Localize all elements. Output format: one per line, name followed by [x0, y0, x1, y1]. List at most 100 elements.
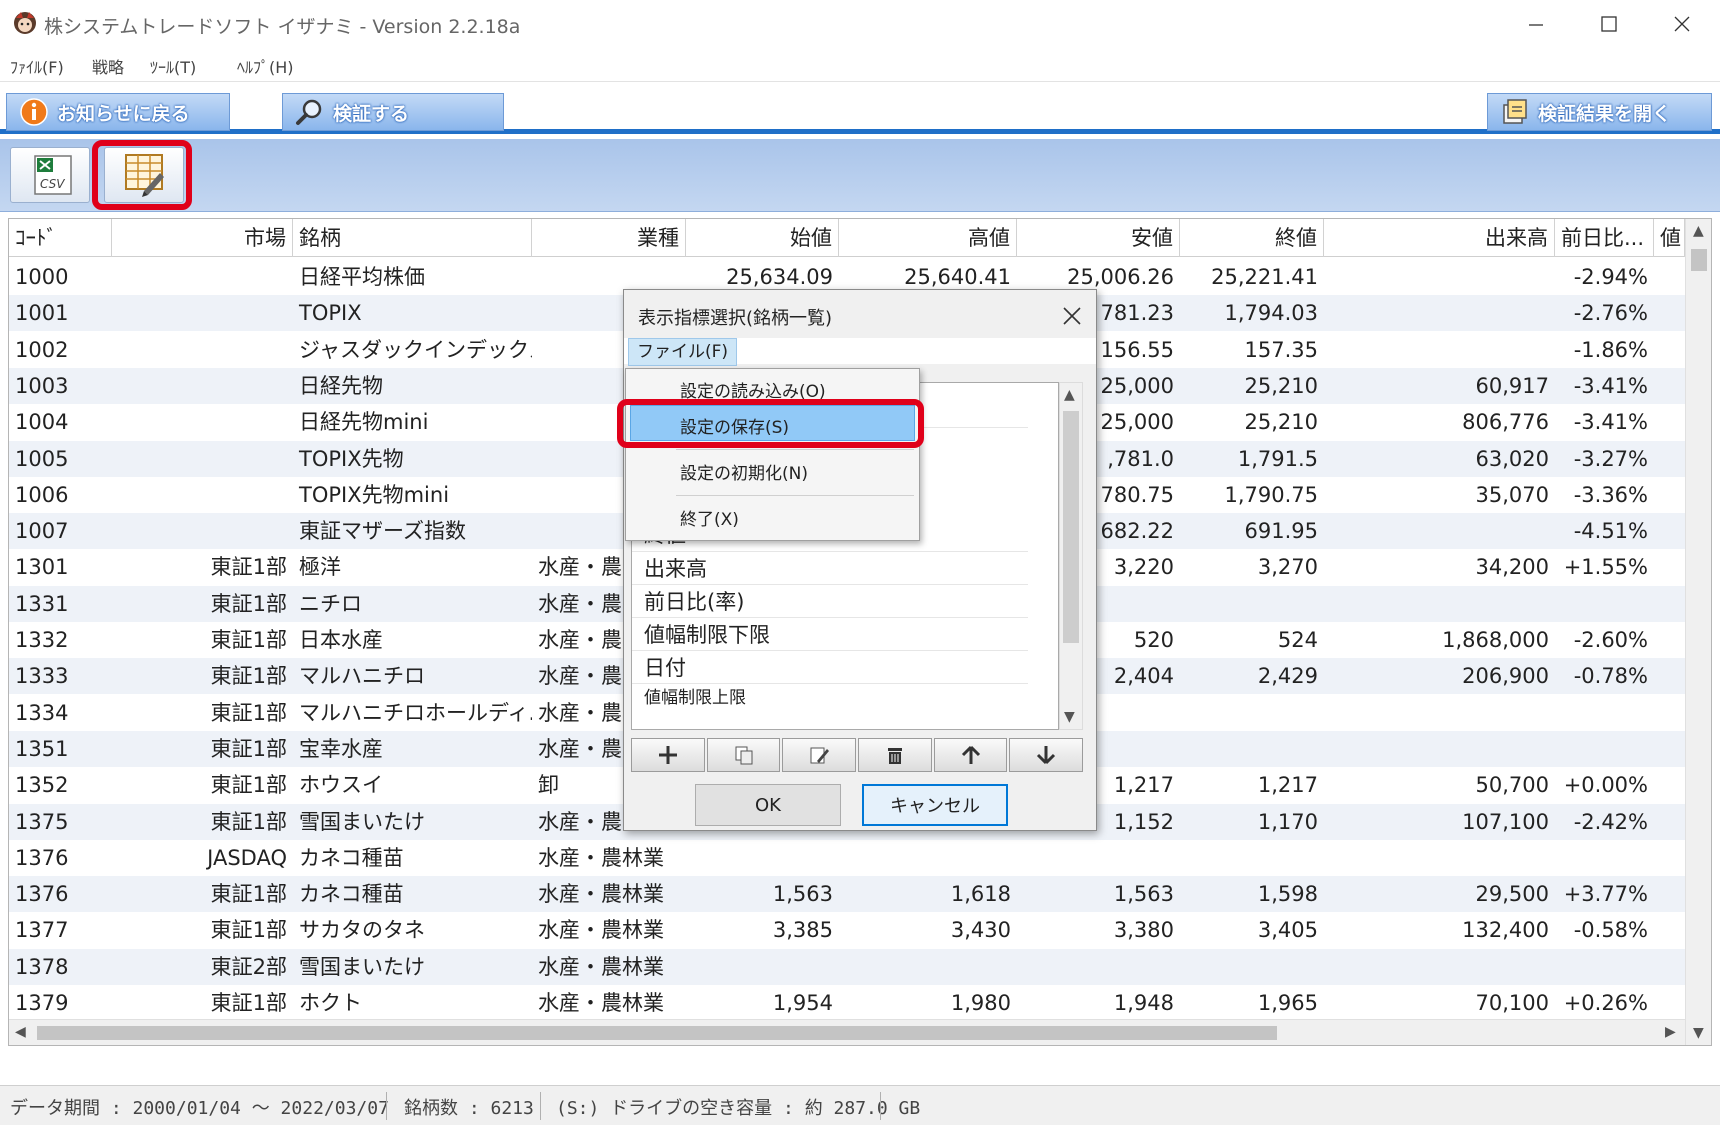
scroll-left-icon[interactable]: ◀: [15, 1024, 26, 1040]
window-title: 株システムトレードソフト イザナミ - Version 2.2.18a: [44, 16, 521, 38]
cell-volume: 1,868,000: [1442, 628, 1549, 652]
cell-low: [1017, 949, 1180, 985]
cell-volume: 29,500: [1475, 882, 1549, 907]
table-row[interactable]: 1379 東証1部 ホクト 水産・農林業 1,954 1,980 1,948 1,965 70,…: [9, 985, 1685, 1021]
magnifier-icon: [296, 99, 322, 125]
col-header-sector[interactable]: 業種: [532, 219, 686, 257]
menu-file[interactable]: ﾌｧｲﾙ(F): [10, 54, 64, 78]
menu-item-reset-settings[interactable]: 設定の初期化(N): [680, 459, 808, 484]
scroll-up-icon[interactable]: ▲: [1693, 223, 1704, 239]
cell-market: 東証1部: [210, 918, 287, 943]
dialog-menu-file[interactable]: ファイル(F): [628, 338, 738, 366]
cell-volume: 132,400: [1462, 918, 1549, 943]
scroll-down-icon[interactable]: ▼: [1693, 1025, 1704, 1041]
tab-open-results[interactable]: 検証結果を開く: [1487, 93, 1712, 131]
close-icon: [1674, 16, 1690, 32]
cell-change: -2.76%: [1573, 301, 1648, 326]
cell-close: [1180, 949, 1324, 985]
close-button[interactable]: [1652, 6, 1712, 42]
copy-indicator-button[interactable]: [706, 738, 781, 772]
list-action-buttons: [631, 738, 1084, 772]
scroll-down-icon[interactable]: ▼: [1064, 709, 1075, 725]
col-header-low[interactable]: 安値: [1017, 219, 1180, 257]
cell-code: 1001: [15, 301, 69, 326]
table-row[interactable]: 1377 東証1部 サカタのタネ 水産・農林業 3,385 3,430 3,380 3,405…: [9, 912, 1685, 948]
cell-market: 東証1部: [210, 991, 287, 1015]
cell-change: [1555, 695, 1654, 731]
cell-close: [1180, 695, 1324, 731]
cell-name: 日経先物mini: [299, 410, 429, 435]
cell-name: ホクト: [299, 991, 362, 1015]
csv-export-button[interactable]: CSV: [10, 147, 90, 203]
col-header-high[interactable]: 高値: [839, 219, 1017, 257]
grid-horizontal-scrollbar[interactable]: ◀ ▶: [9, 1019, 1685, 1045]
table-row[interactable]: 1378 東証2部 雪国まいたけ 水産・農林業: [9, 948, 1685, 985]
cell-market: JASDAQ: [207, 845, 287, 870]
col-header-volume[interactable]: 出来高: [1324, 219, 1555, 257]
table-row[interactable]: 1376 JASDAQ カネコ種苗 水産・農林業: [9, 840, 1685, 876]
ok-button[interactable]: OK: [695, 784, 841, 826]
cell-change: -2.94%: [1573, 265, 1648, 289]
vertical-scroll-thumb[interactable]: [1691, 249, 1707, 271]
cancel-button[interactable]: キャンセル: [862, 784, 1008, 826]
minimize-button[interactable]: [1506, 6, 1566, 42]
menu-bar: ﾌｧｲﾙ(F) 戦略 ﾂｰﾙ(T) ﾍﾙﾌﾟ(H): [0, 50, 1720, 82]
col-header-change[interactable]: 前日比...: [1555, 219, 1654, 257]
list-item[interactable]: 値幅制限上限: [644, 683, 746, 708]
cell-name: マルハニチロホールディ...: [299, 700, 532, 725]
move-up-button[interactable]: [933, 738, 1008, 772]
list-item[interactable]: 値幅制限下限: [644, 619, 770, 649]
cell-market: 東証1部: [210, 700, 287, 725]
cell-market: [112, 295, 293, 331]
col-header-market[interactable]: 市場: [112, 219, 293, 257]
indicator-list-scrollbar[interactable]: ▲ ▼: [1059, 382, 1083, 730]
dialog-close-icon[interactable]: [1060, 304, 1084, 328]
cell-market: [112, 513, 293, 549]
menu-tools[interactable]: ﾂｰﾙ(T): [150, 54, 196, 78]
maximize-button[interactable]: [1579, 6, 1639, 42]
cell-volume: 107,100: [1462, 809, 1549, 834]
cell-close: 1,794.03: [1224, 301, 1318, 326]
col-header-name[interactable]: 銘柄: [293, 219, 532, 257]
menu-item-exit[interactable]: 終了(X): [680, 505, 739, 530]
table-row[interactable]: 1376 東証1部 カネコ種苗 水産・農林業 1,563 1,618 1,563 1,598 2…: [9, 876, 1685, 913]
cell-name: カネコ種苗: [299, 845, 404, 870]
cell-close: 1,170: [1257, 809, 1318, 834]
col-header-extra[interactable]: 値: [1654, 219, 1685, 257]
cell-close: 157.35: [1244, 337, 1318, 362]
delete-indicator-button[interactable]: [858, 738, 932, 772]
col-header-code[interactable]: ｺｰﾄﾞ: [9, 219, 112, 257]
col-header-open[interactable]: 始値: [686, 219, 839, 257]
scroll-up-icon[interactable]: ▲: [1064, 387, 1075, 403]
edit-indicator-button[interactable]: [782, 738, 857, 772]
cell-code: 1331: [15, 591, 69, 616]
cell-name: 日経平均株価: [299, 265, 425, 289]
cell-name: TOPIX先物mini: [299, 482, 450, 507]
horizontal-scroll-thumb[interactable]: [37, 1026, 1277, 1040]
menu-strategy[interactable]: 戦略: [92, 54, 124, 78]
cell-code: 1003: [15, 373, 69, 398]
cell-volume: [1324, 586, 1555, 622]
col-header-close[interactable]: 終値: [1180, 219, 1324, 257]
cell-code: 1351: [15, 736, 69, 761]
scroll-right-icon[interactable]: ▶: [1665, 1024, 1676, 1040]
cell-change: [1555, 949, 1654, 985]
cell-volume: [1324, 295, 1555, 331]
cell-name: 東証マザーズ指数: [299, 519, 466, 544]
add-indicator-button[interactable]: [631, 738, 705, 772]
tab-back-to-notice[interactable]: お知らせに戻る: [6, 93, 230, 131]
list-scroll-thumb[interactable]: [1063, 411, 1079, 643]
tab-open-results-label: 検証結果を開く: [1538, 102, 1672, 125]
cell-name: 日本水産: [299, 628, 383, 652]
tab-verify[interactable]: 検証する: [282, 93, 504, 131]
grid-vertical-scrollbar[interactable]: ▲ ▼: [1685, 219, 1711, 1045]
cell-close: 524: [1277, 628, 1318, 652]
cell-close: [1180, 840, 1324, 876]
cell-volume: 34,200: [1475, 555, 1549, 580]
list-item[interactable]: 日付: [644, 652, 686, 682]
list-item[interactable]: 出来高: [644, 553, 707, 583]
menu-help[interactable]: ﾍﾙﾌﾟ(H): [237, 54, 294, 78]
cell-low: 1,948: [1113, 991, 1174, 1015]
list-item[interactable]: 前日比(率): [644, 586, 744, 616]
move-down-button[interactable]: [1009, 738, 1084, 772]
